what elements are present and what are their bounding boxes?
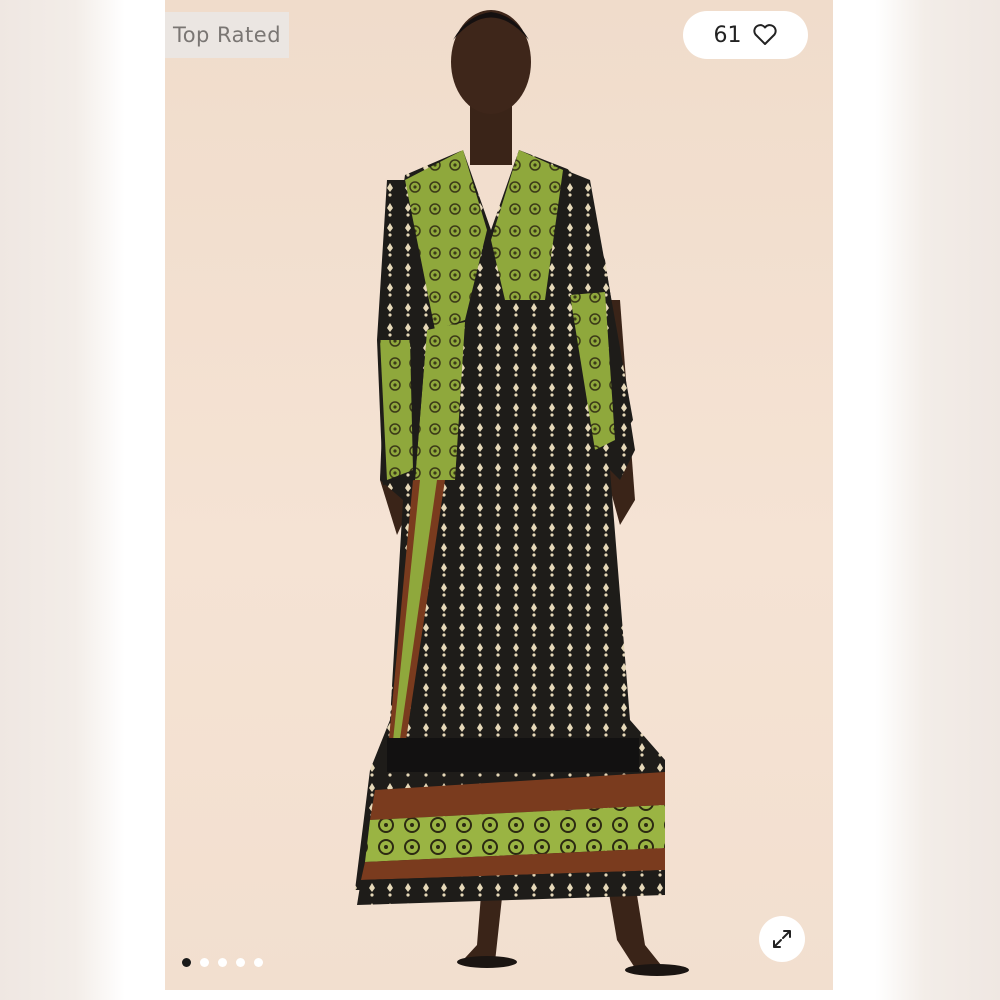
- carousel-dot-4[interactable]: [236, 958, 245, 967]
- product-image[interactable]: [165, 0, 833, 990]
- top-rated-label: Top Rated: [172, 23, 282, 47]
- carousel-dot-5[interactable]: [254, 958, 263, 967]
- carousel-dot-3[interactable]: [218, 958, 227, 967]
- carousel-dot-1[interactable]: [182, 958, 191, 967]
- carousel-dot-2[interactable]: [200, 958, 209, 967]
- blurred-background-left: [0, 0, 125, 1000]
- expand-image-button[interactable]: [759, 916, 805, 962]
- model-in-dress-photo: [355, 10, 689, 976]
- blurred-background-right: [875, 0, 1000, 1000]
- like-count: 61: [713, 22, 742, 48]
- heart-icon: [752, 24, 777, 45]
- expand-arrows-icon: [773, 930, 791, 948]
- carousel-indicator: [182, 958, 263, 967]
- top-rated-badge: Top Rated: [165, 12, 289, 58]
- like-button[interactable]: 61: [683, 11, 808, 59]
